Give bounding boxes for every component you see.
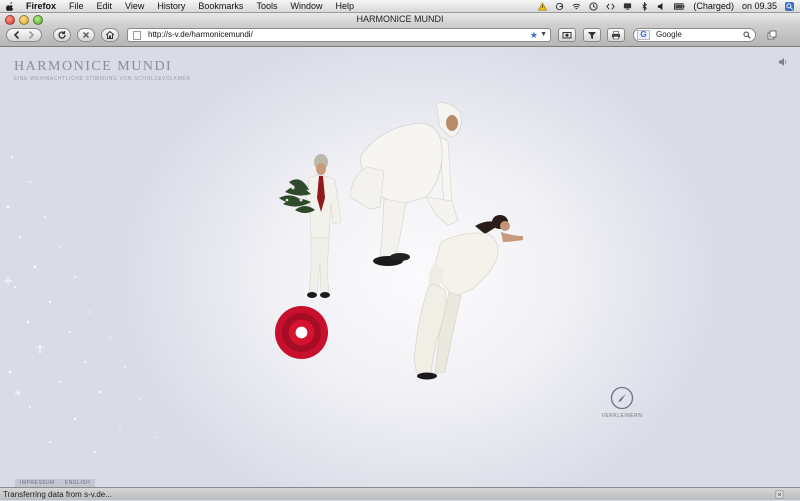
window-controls	[5, 15, 43, 25]
menu-file[interactable]: File	[69, 0, 84, 12]
warning-icon[interactable]	[538, 1, 548, 11]
menu-help[interactable]: Help	[335, 0, 354, 12]
close-window-button[interactable]	[5, 15, 15, 25]
page-icon	[133, 31, 141, 40]
apple-icon[interactable]	[6, 1, 14, 11]
screenshot-button[interactable]	[558, 28, 576, 42]
menu-window[interactable]: Window	[290, 0, 322, 12]
address-bar[interactable]: http://s-v.de/harmonicemundi/ ★ ▼	[127, 28, 551, 42]
minimize-window-button[interactable]	[19, 15, 29, 25]
camera-icon	[562, 32, 572, 39]
reload-button[interactable]	[53, 28, 71, 42]
forward-icon[interactable]	[26, 30, 36, 40]
browser-toolbar: http://s-v.de/harmonicemundi/ ★ ▼ G Goog…	[0, 25, 800, 47]
tabs-icon	[767, 30, 777, 40]
site-brand[interactable]: HARMONICE MUNDI EINE WEIHNACHTLICHE STIM…	[14, 59, 191, 82]
search-icon[interactable]	[743, 31, 751, 39]
home-icon	[105, 30, 115, 39]
url-dropdown-icon[interactable]: ▼	[540, 29, 547, 41]
web-page: HARMONICE MUNDI EINE WEIHNACHTLICHE STIM…	[0, 47, 800, 487]
wifi-icon[interactable]	[572, 2, 581, 11]
menu-bar: Firefox File Edit View History Bookmarks…	[0, 0, 800, 13]
sync-icon[interactable]	[555, 2, 564, 11]
bookmark-star-icon[interactable]: ★	[530, 29, 538, 41]
zoom-window-button[interactable]	[33, 15, 43, 25]
menu-bookmarks[interactable]: Bookmarks	[198, 0, 243, 12]
brand-title: HARMONICE MUNDI	[14, 59, 173, 74]
filter-button[interactable]	[583, 28, 601, 42]
url-text[interactable]: http://s-v.de/harmonicemundi/	[148, 30, 253, 39]
spotlight-icon[interactable]	[785, 1, 794, 11]
display-icon[interactable]	[623, 2, 632, 11]
bending-figure	[414, 215, 523, 380]
compass-zoom-out-icon[interactable]	[610, 386, 634, 410]
menu-edit[interactable]: Edit	[97, 0, 113, 12]
print-button[interactable]	[607, 28, 625, 42]
menu-tools[interactable]: Tools	[256, 0, 277, 12]
zoom-out-label[interactable]: VERKLEINERN	[598, 413, 646, 419]
printer-icon	[612, 31, 620, 40]
snow-sparkle-decoration	[4, 155, 156, 454]
sound-toggle-icon[interactable]	[778, 57, 788, 67]
figure-with-plant	[279, 154, 342, 298]
stop-icon	[83, 32, 89, 38]
stop-button[interactable]	[77, 28, 95, 42]
battery-status[interactable]: (Charged)	[693, 1, 734, 11]
menu-view[interactable]: View	[125, 0, 144, 12]
brand-subtitle: EINE WEIHNACHTLICHE STIMMUNG VON SCHOLZ&…	[14, 76, 191, 82]
tab-overview-button[interactable]	[763, 28, 781, 42]
menu-clock[interactable]: on 09.35	[742, 1, 777, 11]
volume-icon[interactable]	[657, 2, 666, 11]
funnel-icon	[588, 32, 596, 39]
window-title: HARMONICE MUNDI	[0, 13, 800, 25]
search-input[interactable]: Google	[656, 30, 682, 39]
status-bar: Transferring data from s-v.de...	[0, 487, 800, 500]
bluetooth-icon[interactable]	[640, 1, 649, 11]
code-icon[interactable]	[606, 2, 616, 11]
time-machine-icon[interactable]	[589, 1, 598, 11]
download-status-icon[interactable]	[775, 490, 784, 499]
back-icon[interactable]	[12, 30, 22, 40]
google-engine-icon[interactable]: G	[637, 30, 650, 40]
battery-icon[interactable]	[674, 2, 685, 11]
reload-icon	[58, 31, 66, 39]
status-text: Transferring data from s-v.de...	[3, 490, 112, 499]
footer-link-english[interactable]: ENGLISH	[60, 479, 95, 487]
play-target-button[interactable]	[274, 305, 329, 360]
footer-links: IMPRESSUM ENGLISH	[15, 479, 96, 487]
search-box[interactable]: G Google	[633, 28, 756, 42]
home-button[interactable]	[101, 28, 119, 42]
menu-firefox[interactable]: Firefox	[26, 0, 56, 12]
footer-link-impressum[interactable]: IMPRESSUM	[15, 479, 60, 487]
menu-history[interactable]: History	[157, 0, 185, 12]
back-forward-group	[6, 28, 42, 42]
